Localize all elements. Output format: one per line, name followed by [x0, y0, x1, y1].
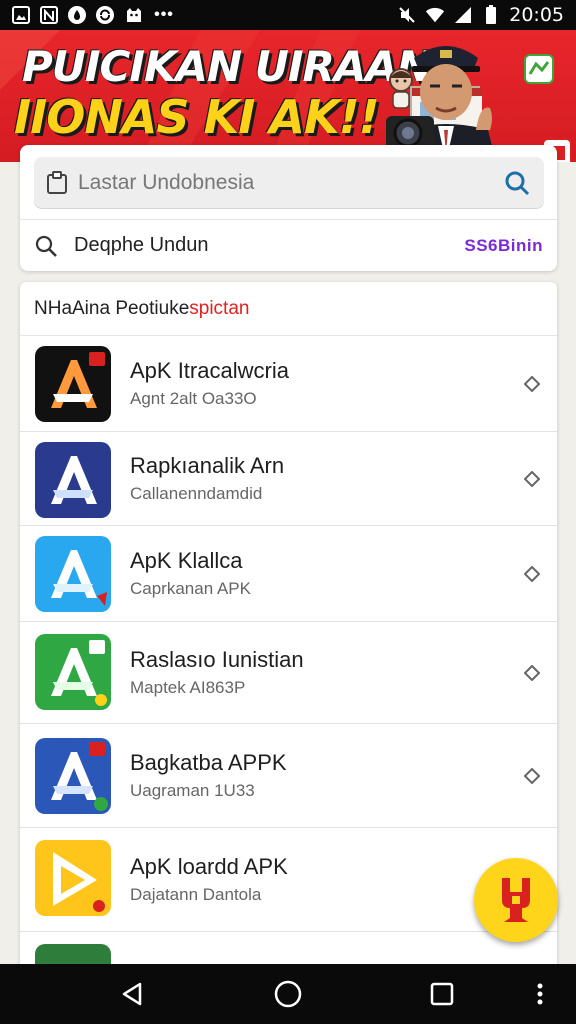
app-info: Raslasıo Iunistian Maptek AI863P: [130, 647, 304, 698]
home-icon[interactable]: [272, 978, 304, 1010]
clock: 20:05: [509, 4, 564, 26]
app-subtitle: Dajatann Dantola: [130, 885, 262, 904]
n-icon: [40, 6, 58, 24]
image-icon: [12, 6, 30, 24]
indonesia-map-icon: [502, 878, 530, 922]
status-bar: ••• 20:05: [0, 0, 576, 30]
app-info: ApK loardd APK Dajatann Dantola: [130, 854, 288, 905]
list-item[interactable]: ApK Klallca Caprkanan APK: [20, 526, 557, 622]
list-item[interactable]: Rapkıanalik Arn Callanenndamdid: [20, 432, 557, 526]
section-title: NHaAina Peotiuke spictan: [20, 282, 557, 336]
app-info: Bagkatba APPK Uagraman 1U33: [130, 750, 287, 801]
app-name: ApK Klallca: [130, 548, 243, 573]
banner-badge-icon: [524, 54, 554, 84]
app-name: ApK Itracalwcria: [130, 358, 289, 383]
app-subtitle: Caprkanan APK: [130, 579, 251, 598]
app-name: Rapkıanalik Arn: [130, 453, 285, 478]
search-icon[interactable]: [502, 168, 532, 198]
diamond-arrow-icon[interactable]: [523, 664, 541, 682]
signal-icon: [453, 5, 473, 25]
app-list-card: NHaAina Peotiuke spictan ApK Itracalwcria…: [20, 282, 557, 982]
list-item[interactable]: ApK Itracalwcria Agnt 2alt Oa33O: [20, 336, 557, 432]
menu-dots-icon[interactable]: [524, 978, 556, 1010]
app-a-icon: [35, 738, 111, 814]
search-input[interactable]: [78, 171, 488, 195]
suggestion-action-link[interactable]: SS6Binin: [464, 236, 543, 256]
app-subtitle: Callanenndamdid: [130, 484, 263, 503]
app-a-icon: [35, 536, 111, 612]
app-a-icon: [35, 346, 111, 422]
app-a-icon: [35, 634, 111, 710]
app-name: ApK loardd APK: [130, 854, 288, 879]
diamond-arrow-icon[interactable]: [523, 375, 541, 393]
diamond-arrow-icon[interactable]: [523, 565, 541, 583]
navigation-bar: [0, 964, 576, 1024]
search-card: Deqphe Undun SS6Binin: [20, 145, 557, 271]
notification-icons: •••: [12, 5, 174, 25]
promo-banner[interactable]: PUICIKAN UIRAAN IIONAS KI AK!!: [0, 30, 576, 162]
banner-headline: PUICIKAN UIRAAN: [22, 42, 432, 91]
indonesia-map-fab[interactable]: [474, 858, 558, 942]
mute-icon: [397, 5, 417, 25]
app-subtitle: Maptek AI863P: [130, 678, 246, 697]
clipboard-icon[interactable]: [46, 171, 68, 195]
section-title-accent: spictan: [189, 297, 250, 319]
app-name: Bagkatba APPK: [130, 750, 287, 775]
diamond-arrow-icon[interactable]: [523, 470, 541, 488]
search-field[interactable]: [34, 157, 544, 209]
app-subtitle: Agnt 2alt Oa33O: [130, 389, 257, 408]
diamond-arrow-icon[interactable]: [523, 767, 541, 785]
recents-icon[interactable]: [426, 978, 458, 1010]
app-play-icon: [35, 840, 111, 916]
app-name: Raslasıo Iunistian: [130, 647, 304, 672]
search-icon: [34, 234, 58, 258]
cat-icon: [124, 5, 144, 25]
app-info: ApK Klallca Caprkanan APK: [130, 548, 251, 599]
photographer-illustration: [386, 34, 506, 162]
banner-subheadline: IIONAS KI AK!!: [14, 90, 380, 144]
app-a-icon: [35, 442, 111, 518]
drop-icon: [68, 6, 86, 24]
app-subtitle: Uagraman 1U33: [130, 781, 255, 800]
system-icons: 20:05: [397, 4, 564, 26]
search-suggestion[interactable]: Deqphe Undun SS6Binin: [20, 219, 557, 271]
app-info: Rapkıanalik Arn Callanenndamdid: [130, 453, 284, 504]
suggestion-text: Deqphe Undun: [74, 234, 209, 256]
list-item[interactable]: Bagkatba APPK Uagraman 1U33: [20, 724, 557, 828]
app-info: ApK Itracalwcria Agnt 2alt Oa33O: [130, 358, 289, 409]
more-dots-icon: •••: [154, 6, 174, 23]
section-title-main: NHaAina Peotiuke: [34, 297, 190, 319]
sync-icon: [96, 6, 114, 24]
back-icon[interactable]: [116, 978, 148, 1010]
battery-icon: [481, 5, 501, 25]
list-item[interactable]: Raslasıo Iunistian Maptek AI863P: [20, 622, 557, 724]
wifi-icon: [425, 5, 445, 25]
